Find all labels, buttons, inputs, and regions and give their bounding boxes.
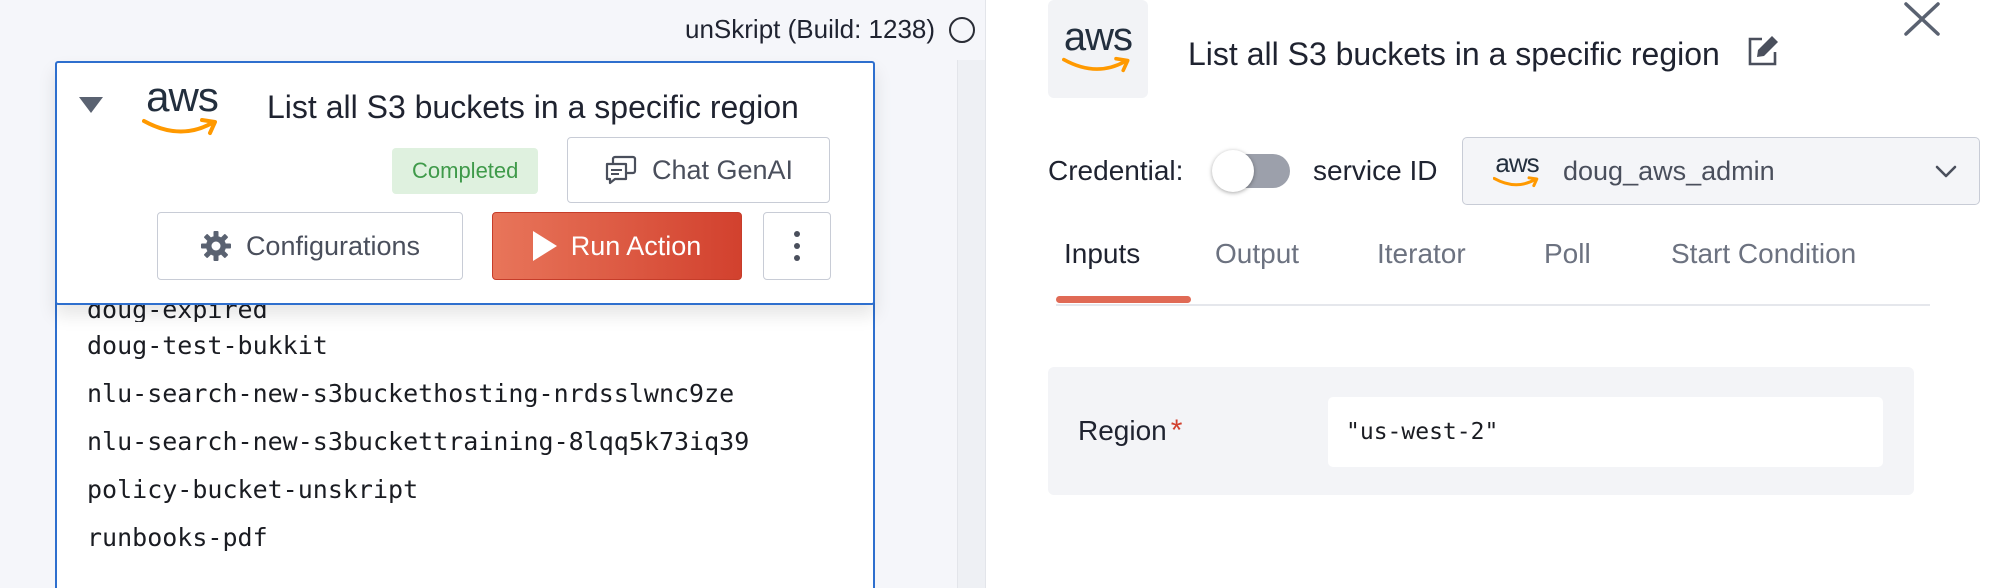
active-tab-indicator bbox=[1056, 296, 1191, 303]
aws-logo-text: aws bbox=[146, 73, 219, 120]
aws-smile-icon bbox=[142, 118, 217, 135]
more-vertical-icon bbox=[794, 231, 800, 237]
output-line: nlu-search-new-s3buckettraining-8lqq5k73… bbox=[87, 427, 750, 456]
chat-genai-button[interactable]: Chat GenAI bbox=[567, 137, 830, 203]
region-input[interactable] bbox=[1328, 397, 1883, 467]
status-badge: Completed bbox=[392, 148, 539, 194]
aws-smile-icon bbox=[1062, 56, 1130, 73]
more-options-button[interactable] bbox=[763, 212, 831, 280]
runbook-pane: unSkript (Build: 1238) doug-expired doug… bbox=[0, 0, 985, 588]
configurations-button[interactable]: Configurations bbox=[157, 212, 463, 280]
action-detail-panel: aws List all S3 buckets in a specific re… bbox=[985, 0, 1996, 588]
tab-bar: Inputs Output Iterator Poll Start Condit… bbox=[1056, 232, 1930, 306]
close-icon[interactable] bbox=[1902, 0, 1942, 40]
credential-value: doug_aws_admin bbox=[1563, 156, 1775, 186]
page: unSkript (Build: 1238) doug-expired doug… bbox=[0, 0, 1996, 588]
tab-iterator[interactable]: Iterator bbox=[1377, 238, 1466, 270]
credential-toggle[interactable] bbox=[1212, 150, 1290, 192]
collapse-triangle-icon[interactable] bbox=[79, 97, 103, 113]
run-action-button[interactable]: Run Action bbox=[492, 212, 742, 280]
toggle-knob bbox=[1212, 150, 1254, 192]
credential-label: Credential: bbox=[1048, 155, 1184, 186]
gear-icon bbox=[200, 231, 231, 261]
output-line: runbooks-pdf bbox=[87, 523, 268, 552]
action-card: aws List all S3 buckets in a specific re… bbox=[55, 61, 875, 305]
chat-icon bbox=[605, 155, 637, 185]
build-status: unSkript (Build: 1238) bbox=[685, 14, 976, 45]
aws-logo-icon: aws bbox=[1493, 150, 1541, 188]
pane-scrollbar[interactable] bbox=[957, 60, 985, 588]
panel-title: List all S3 buckets in a specific region bbox=[1188, 36, 1720, 72]
service-id-label: service ID bbox=[1313, 155, 1438, 186]
status-circle-icon[interactable] bbox=[949, 16, 976, 43]
output-area: doug-expired doug-test-bukkit nlu-search… bbox=[55, 290, 875, 588]
inputs-panel: Region * bbox=[1048, 367, 1914, 495]
required-mark: * bbox=[1170, 414, 1183, 447]
credential-select[interactable]: aws doug_aws_admin bbox=[1462, 137, 1980, 205]
play-icon bbox=[532, 231, 557, 261]
tab-start-condition[interactable]: Start Condition bbox=[1671, 238, 1856, 270]
build-label: unSkript (Build: 1238) bbox=[685, 14, 936, 44]
chevron-down-icon bbox=[1935, 165, 1957, 178]
tab-poll[interactable]: Poll bbox=[1544, 238, 1591, 270]
aws-smile-icon bbox=[1493, 176, 1539, 188]
region-label-text: Region bbox=[1078, 415, 1167, 446]
tab-inputs[interactable]: Inputs bbox=[1064, 238, 1140, 270]
configurations-label: Configurations bbox=[245, 230, 421, 261]
aws-logo-icon: aws bbox=[142, 73, 222, 137]
aws-logo-text: aws bbox=[1495, 148, 1539, 178]
chat-genai-label: Chat GenAI bbox=[651, 154, 794, 185]
run-action-label: Run Action bbox=[570, 230, 702, 261]
tab-output[interactable]: Output bbox=[1215, 238, 1299, 270]
panel-logo-box: aws bbox=[1048, 0, 1148, 98]
aws-logo-icon: aws bbox=[1062, 15, 1134, 74]
region-label: Region * bbox=[1078, 414, 1182, 448]
output-line: doug-test-bukkit bbox=[87, 331, 328, 360]
output-line: nlu-search-new-s3buckethosting-nrdsslwnc… bbox=[87, 379, 735, 408]
card-title: List all S3 buckets in a specific region bbox=[267, 89, 799, 125]
output-list: doug-expired doug-test-bukkit nlu-search… bbox=[87, 298, 749, 562]
output-line: policy-bucket-unskript bbox=[87, 475, 419, 504]
edit-icon[interactable] bbox=[1746, 34, 1780, 68]
aws-logo-text: aws bbox=[1063, 15, 1133, 59]
